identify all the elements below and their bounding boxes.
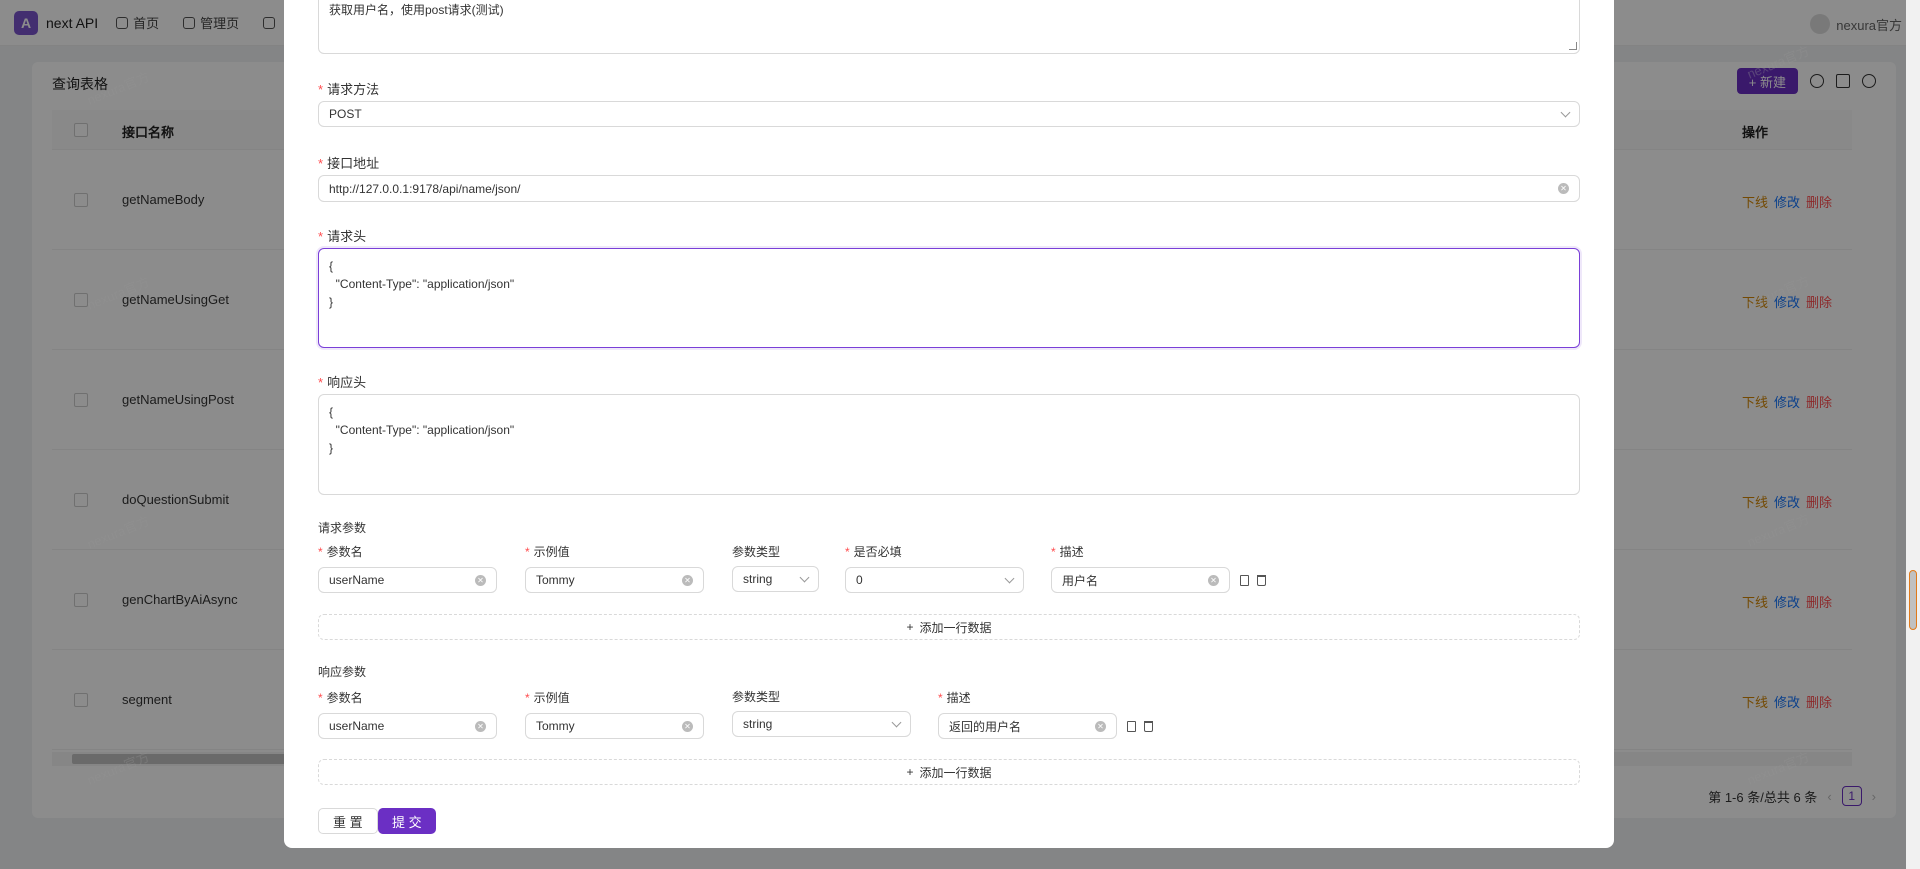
response-params-label: 响应参数 [318,665,367,679]
plus-icon: + [906,620,914,634]
chevron-down-icon [1560,107,1571,117]
clear-icon[interactable]: ✕ [682,720,693,732]
plus-icon: + [906,765,914,779]
copy-icon[interactable] [1240,575,1249,586]
add-response-param-button[interactable]: + 添加一行数据 [318,759,1580,785]
description-label: * 描述 [1051,545,1084,559]
chevron-down-icon [799,572,810,582]
url-input[interactable]: http://127.0.0.1:9178/api/name/json/ ✕ [318,175,1580,202]
reset-button[interactable]: 重 置 [318,808,378,834]
chevron-down-icon [1004,573,1015,583]
clear-icon[interactable]: ✕ [1208,574,1219,586]
param-type-select[interactable]: string [732,711,911,737]
param-name-label: * 参数名 [318,691,363,705]
method-select[interactable]: POST [318,101,1580,127]
example-value-input[interactable]: Tommy ✕ [525,567,704,593]
page-vertical-scrollbar[interactable] [1906,0,1920,869]
response-header-label: * 响应头 [318,375,367,390]
scrollbar-thumb[interactable] [1909,570,1917,630]
clear-icon[interactable]: ✕ [1095,720,1106,732]
param-name-input[interactable]: userName ✕ [318,713,497,739]
submit-button[interactable]: 提 交 [378,808,436,834]
edit-interface-modal: 获取用户名，使用post请求(测试) * 请求方法 POST * 接口地址 http… [284,0,1614,848]
request-params-label: 请求参数 [318,521,367,535]
clear-icon[interactable]: ✕ [475,574,486,586]
clear-icon[interactable]: ✕ [682,574,693,586]
description-textarea[interactable]: 获取用户名，使用post请求(测试) [318,0,1580,54]
required-select[interactable]: 0 [845,567,1024,593]
resize-handle-icon[interactable] [1569,42,1577,50]
request-header-label: * 请求头 [318,229,367,244]
description-label: * 描述 [938,691,971,705]
copy-icon[interactable] [1127,721,1136,732]
delete-icon[interactable] [1257,575,1266,586]
delete-icon[interactable] [1144,721,1153,732]
param-type-label: 参数类型 [732,690,781,704]
url-label: * 接口地址 [318,156,380,171]
method-label: * 请求方法 [318,82,380,97]
description-input[interactable]: 用户名 ✕ [1051,567,1230,593]
param-type-label: 参数类型 [732,545,781,559]
clear-icon[interactable]: ✕ [1558,183,1569,194]
clear-icon[interactable]: ✕ [475,720,486,732]
required-label: * 是否必填 [845,545,902,559]
example-value-input[interactable]: Tommy ✕ [525,713,704,739]
chevron-down-icon [891,717,902,727]
request-header-textarea[interactable]: { "Content-Type": "application/json" } [318,248,1580,348]
param-name-label: * 参数名 [318,545,363,559]
param-type-select[interactable]: string [732,566,819,592]
response-header-textarea[interactable]: { "Content-Type": "application/json" } [318,394,1580,495]
add-request-param-button[interactable]: + 添加一行数据 [318,614,1580,640]
example-value-label: * 示例值 [525,545,570,559]
description-input[interactable]: 返回的用户名 ✕ [938,713,1117,739]
param-name-input[interactable]: userName ✕ [318,567,497,593]
example-value-label: * 示例值 [525,691,570,705]
